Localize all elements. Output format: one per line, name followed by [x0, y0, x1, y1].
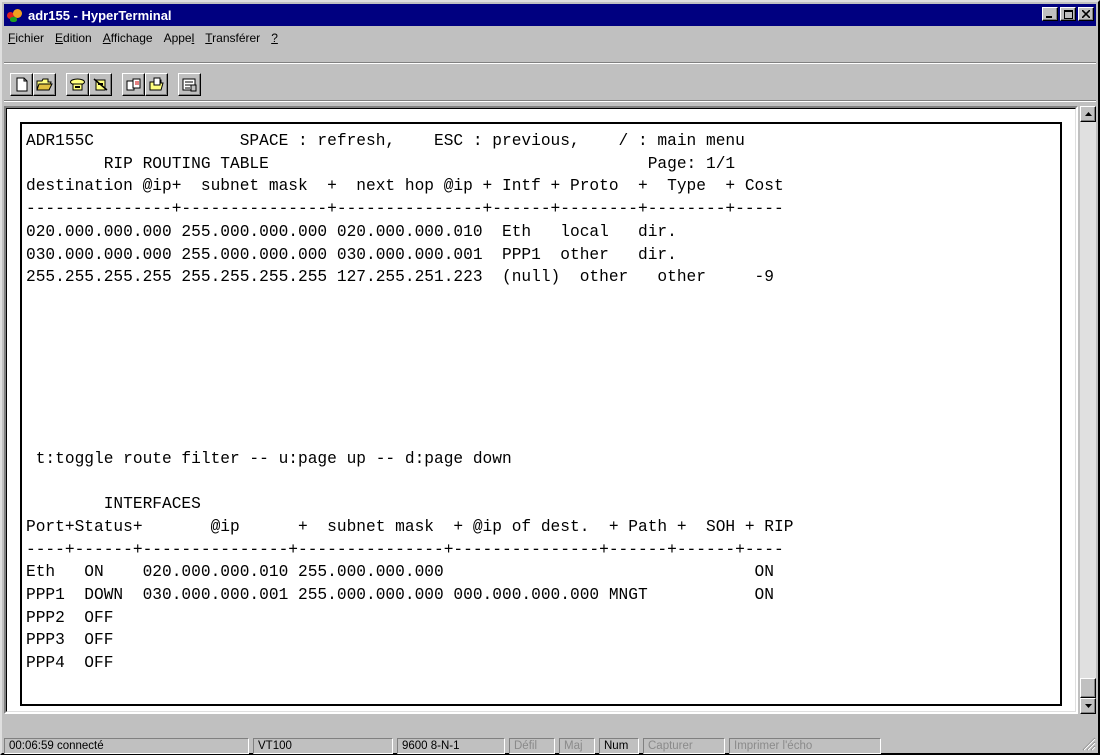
maximize-icon	[1063, 9, 1073, 19]
terminal-area[interactable]: ADR155C SPACE : refresh, ESC : previous,…	[4, 106, 1078, 714]
send-button[interactable]	[122, 72, 145, 96]
status-scroll: Défil	[509, 738, 555, 754]
open-folder-icon	[36, 78, 53, 90]
status-bar: 00:06:59 connecté VT100 9600 8-N-1 Défil…	[4, 737, 1098, 755]
maximize-button[interactable]	[1060, 7, 1076, 21]
properties-button[interactable]	[178, 72, 201, 96]
status-emulation: VT100	[253, 738, 393, 754]
menu-transferer[interactable]: Transférer	[201, 31, 267, 45]
phone-hangup-icon	[93, 77, 108, 91]
new-file-button[interactable]	[10, 72, 33, 96]
status-num: Num	[599, 738, 639, 754]
status-capture: Capturer	[643, 738, 725, 754]
minimize-icon	[1046, 15, 1052, 18]
phone-call-icon	[70, 78, 85, 90]
window-title: adr155 - HyperTerminal	[28, 7, 172, 23]
close-icon	[1082, 10, 1090, 18]
menu-separator	[4, 62, 1096, 64]
minimize-button[interactable]	[1042, 7, 1058, 21]
receive-button[interactable]	[145, 72, 168, 96]
scroll-up-icon	[1084, 112, 1092, 116]
receive-icon	[149, 77, 164, 90]
toolbar	[10, 70, 201, 98]
hyperterminal-window: adr155 - HyperTerminal Fichier Edition A…	[0, 0, 1100, 755]
status-settings: 9600 8-N-1	[397, 738, 505, 754]
resize-grip-icon[interactable]	[1082, 737, 1096, 751]
menu-edition[interactable]: Edition	[51, 31, 99, 45]
status-print-echo: Imprimer l'écho	[729, 738, 881, 754]
scroll-down-icon	[1084, 704, 1092, 708]
new-file-icon	[16, 77, 28, 91]
title-bar[interactable]: adr155 - HyperTerminal	[4, 4, 1096, 26]
menu-affichage[interactable]: Affichage	[99, 31, 160, 45]
scroll-down-button[interactable]	[1080, 698, 1096, 714]
status-caps: Maj	[559, 738, 595, 754]
open-button[interactable]	[33, 72, 56, 96]
properties-icon	[182, 78, 197, 91]
menu-help[interactable]: ?	[267, 31, 285, 45]
send-icon	[126, 78, 141, 90]
close-button[interactable]	[1078, 7, 1094, 21]
toolbar-separator	[4, 100, 1096, 102]
scroll-thumb[interactable]	[1080, 678, 1096, 698]
hangup-button[interactable]	[89, 72, 112, 96]
terminal-text: ADR155C SPACE : refresh, ESC : previous,…	[26, 132, 794, 673]
call-button[interactable]	[66, 72, 89, 96]
hyperterminal-app-icon[interactable]	[6, 6, 24, 24]
menu-fichier[interactable]: Fichier	[4, 31, 51, 45]
menu-appel[interactable]: Appel	[160, 31, 202, 45]
menu-bar: Fichier Edition Affichage Appel Transfér…	[4, 28, 285, 48]
status-connection: 00:06:59 connecté	[4, 738, 249, 754]
scroll-up-button[interactable]	[1080, 106, 1096, 122]
vertical-scrollbar[interactable]	[1080, 106, 1096, 714]
